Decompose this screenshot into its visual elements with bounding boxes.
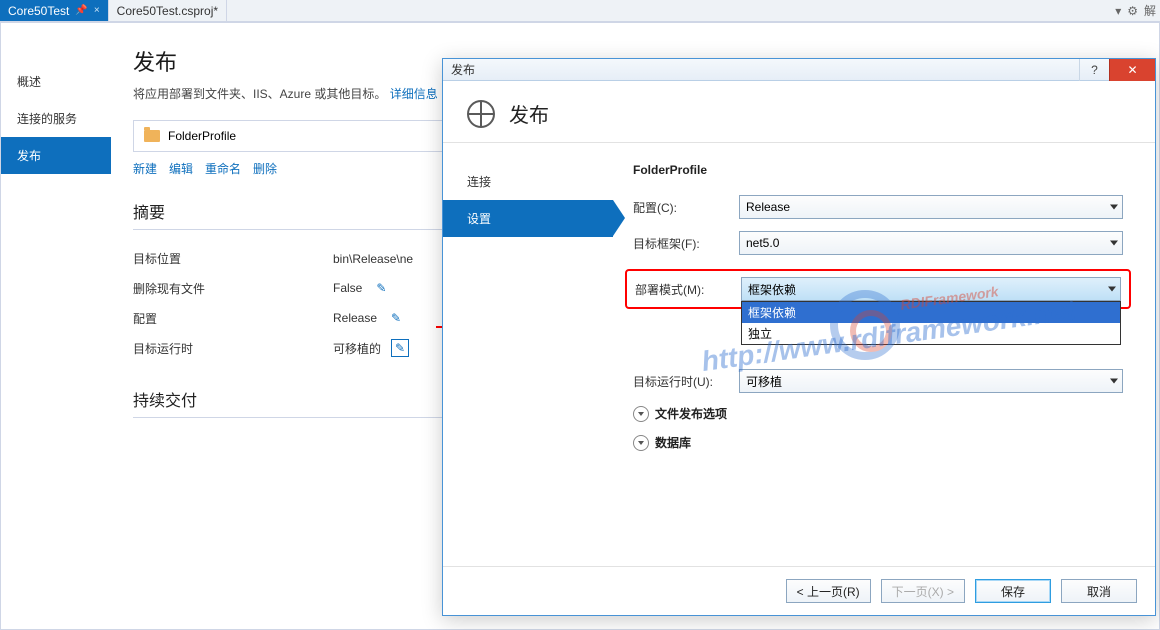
runtime-select[interactable]: 可移植 [739,369,1123,393]
action-new[interactable]: 新建 [133,160,157,177]
dialog-form: FolderProfile 配置(C): Release 目标框架(F): ne… [613,143,1155,566]
label: 目标框架(F): [633,235,729,252]
tab-label: Core50Test [8,4,69,18]
expander-label: 数据库 [655,434,691,451]
pin-icon[interactable]: 📌 [75,5,87,16]
tab-strip-right: ▾ ⚙ 解 [1115,0,1160,21]
document-tab-strip: Core50Test 📌 × Core50Test.csproj* ▾ ⚙ 解 [0,0,1160,22]
dropdown-icon[interactable]: ▾ [1115,4,1121,18]
label: 部署模式(M): [635,281,731,298]
label: 配置(C): [633,199,729,216]
action-rename[interactable]: 重命名 [205,160,241,177]
deploy-mode-select[interactable]: 框架依赖 框架依赖 独立 [741,277,1121,301]
chevron-down-icon [633,406,649,422]
deploy-mode-dropdown: 框架依赖 独立 [741,301,1121,345]
gear-icon[interactable]: ⚙ [1127,4,1138,18]
close-button[interactable]: ✕ [1109,59,1155,81]
save-button[interactable]: 保存 [975,579,1051,603]
prev-button[interactable]: < 上一页(R) [786,579,871,603]
value: 可移植的 [333,340,381,357]
value: bin\Release\ne [333,252,413,266]
expander-label: 文件发布选项 [655,405,727,422]
dialog-titlebar: 发布 ? ✕ [443,59,1155,81]
chevron-down-icon [633,435,649,451]
edit-icon[interactable]: ✎ [372,279,390,297]
globe-icon [467,100,495,128]
select-value: net5.0 [746,236,779,250]
next-button: 下一页(X) > [881,579,965,603]
subtitle-text: 将应用部署到文件夹、IIS、Azure 或其他目标。 [133,87,390,101]
highlight-deploy-mode: 部署模式(M): 框架依赖 框架依赖 独立 [625,269,1131,309]
nav-overview[interactable]: 概述 [1,63,111,100]
close-tab-icon[interactable]: × [94,5,100,16]
select-value: Release [746,200,790,214]
label: 删除现有文件 [133,280,333,297]
cancel-button[interactable]: 取消 [1061,579,1137,603]
details-link[interactable]: 详细信息 [390,87,438,101]
dialog-heading: 发布 [509,99,549,128]
chevron-down-icon [1110,379,1118,384]
label: 目标位置 [133,250,333,267]
label: 目标运行时(U): [633,373,729,390]
chevron-down-icon [1110,241,1118,246]
left-nav: 概述 连接的服务 发布 [1,23,111,629]
nav-publish[interactable]: 发布 [1,137,111,174]
step-connection[interactable]: 连接 [443,163,613,200]
value: Release [333,311,377,325]
option-self-contained[interactable]: 独立 [742,323,1120,344]
chevron-down-icon [1108,287,1116,292]
row-config: 配置(C): Release [633,195,1123,219]
step-settings[interactable]: 设置 [443,200,613,237]
select-value: 框架依赖 [748,281,796,298]
row-target-framework: 目标框架(F): net5.0 [633,231,1123,255]
chevron-down-icon [1110,205,1118,210]
nav-connected-services[interactable]: 连接的服务 [1,100,111,137]
tab-label: Core50Test.csproj* [117,4,218,18]
label: 目标运行时 [133,340,333,357]
framework-select[interactable]: net5.0 [739,231,1123,255]
folder-icon [144,130,160,142]
dialog-title: 发布 [451,61,475,78]
expander-database[interactable]: 数据库 [633,434,1123,451]
row-target-runtime: 目标运行时(U): 可移植 [633,369,1123,393]
profile-title: FolderProfile [633,163,1123,177]
profile-name: FolderProfile [168,129,236,143]
action-edit[interactable]: 编辑 [169,160,193,177]
tab-csproj[interactable]: Core50Test.csproj* [109,0,227,21]
help-button[interactable]: ? [1079,59,1109,81]
dialog-footer: < 上一页(R) 下一页(X) > 保存 取消 [443,566,1155,615]
edit-icon[interactable]: ✎ [391,339,409,357]
config-select[interactable]: Release [739,195,1123,219]
option-framework-dependent[interactable]: 框架依赖 [742,302,1120,323]
tab-active[interactable]: Core50Test 📌 × [0,0,109,21]
dialog-header: 发布 [443,81,1155,143]
publish-dialog: 发布 ? ✕ 发布 连接 设置 FolderProfile 配置(C): Rel… [442,58,1156,616]
value: False [333,281,362,295]
edit-icon[interactable]: ✎ [387,309,405,327]
row-deploy-mode: 部署模式(M): 框架依赖 框架依赖 独立 [635,277,1121,301]
action-delete[interactable]: 删除 [253,160,277,177]
dialog-nav: 连接 设置 [443,143,613,566]
label: 配置 [133,310,333,327]
expander-file-publish-options[interactable]: 文件发布选项 [633,405,1123,422]
right-text: 解 [1144,2,1156,19]
select-value: 可移植 [746,373,782,390]
